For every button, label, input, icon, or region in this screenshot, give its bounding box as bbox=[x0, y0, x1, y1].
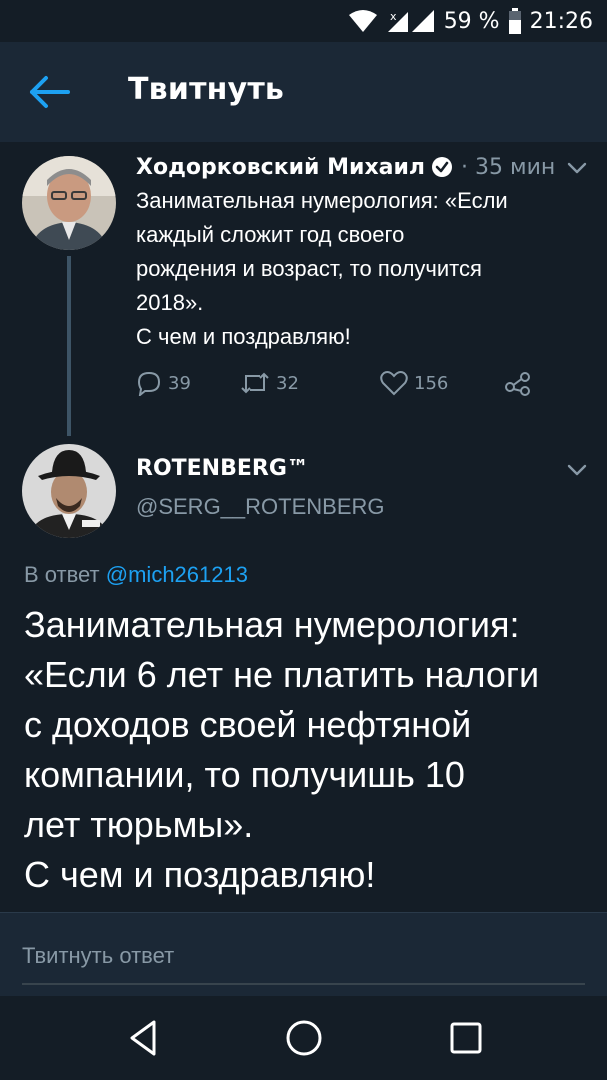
tweet2-handle[interactable]: @SERG__ROTENBERG bbox=[136, 494, 385, 520]
tweet1-time: · 35 мин bbox=[461, 154, 556, 180]
tweet1-actions: 39 32 156 bbox=[136, 370, 556, 404]
avatar-rotenberg[interactable] bbox=[22, 444, 116, 538]
compose-bar: Твитнуть ответ bbox=[0, 912, 607, 996]
page-title: Твитнуть bbox=[128, 72, 285, 107]
reply-prefix: В ответ bbox=[24, 562, 100, 587]
svg-text:x: x bbox=[390, 10, 397, 23]
reply-to-line: В ответ @mich261213 bbox=[24, 562, 248, 588]
signal-icon: x bbox=[387, 10, 434, 32]
reply-count: 39 bbox=[168, 372, 191, 394]
clock: 21:26 bbox=[529, 8, 593, 34]
status-icons: x 59 % 21:26 bbox=[348, 6, 593, 36]
avatar-khodorkovsky[interactable] bbox=[22, 156, 116, 250]
status-bar: x 59 % 21:26 bbox=[0, 0, 607, 42]
share-icon bbox=[505, 372, 530, 396]
retweet-icon bbox=[241, 372, 269, 394]
reply-icon bbox=[137, 371, 161, 396]
battery-percent: 59 % bbox=[443, 8, 500, 34]
like-icon bbox=[380, 371, 408, 396]
share-button[interactable] bbox=[504, 370, 532, 396]
navigation-bar bbox=[0, 996, 607, 1080]
verified-icon bbox=[432, 157, 453, 177]
tweet1-text: Занимательная нумерология: «Если каждый … bbox=[136, 188, 508, 349]
reply-button[interactable]: 39 bbox=[136, 370, 191, 396]
chevron-down-icon[interactable] bbox=[566, 160, 588, 176]
like-count: 156 bbox=[414, 372, 449, 394]
tweet1-author-name[interactable]: Ходорковский Михаил bbox=[136, 155, 425, 180]
battery-icon bbox=[508, 8, 521, 34]
nav-recent-icon[interactable] bbox=[444, 1016, 488, 1060]
reply-input[interactable]: Твитнуть ответ bbox=[22, 933, 585, 985]
nav-back-icon[interactable] bbox=[122, 1016, 166, 1060]
tweet1-header: Ходорковский Михаил · 35 мин bbox=[136, 150, 555, 184]
chevron-down-icon[interactable] bbox=[566, 462, 588, 478]
wifi-icon bbox=[348, 10, 377, 32]
tweet2-text: Занимательная нумерология: «Если 6 лет н… bbox=[24, 604, 540, 895]
thread-connector bbox=[67, 256, 71, 436]
nav-home-icon[interactable] bbox=[282, 1016, 326, 1060]
reply-mention-link[interactable]: @mich261213 bbox=[106, 562, 248, 587]
tweet2-author-name[interactable]: ROTENBERG™ bbox=[136, 456, 309, 481]
back-arrow-icon[interactable] bbox=[28, 72, 74, 112]
retweet-button[interactable]: 32 bbox=[240, 370, 299, 396]
like-button[interactable]: 156 bbox=[380, 370, 448, 396]
retweet-count: 32 bbox=[276, 372, 299, 394]
app-bar: Твитнуть bbox=[0, 42, 607, 142]
